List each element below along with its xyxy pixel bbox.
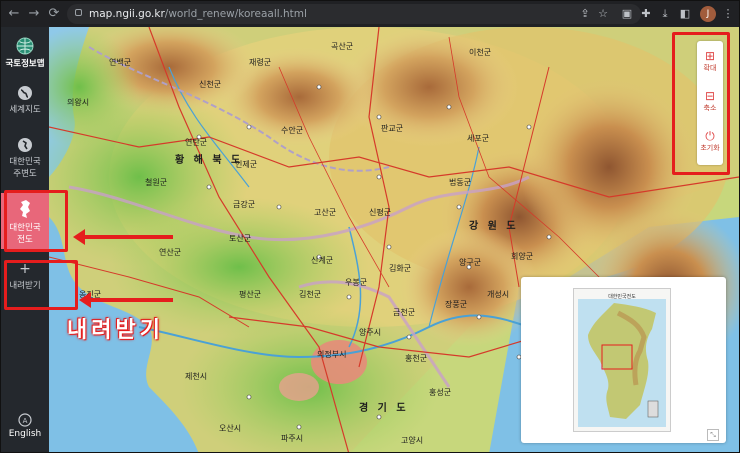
- place-label: 오산시: [219, 424, 242, 433]
- sidebar-item-label: 대한민국 주변도: [9, 157, 41, 179]
- place-label: 회양군: [511, 252, 534, 261]
- minimap-korea-shape: [578, 299, 666, 427]
- download-toolbar-icon[interactable]: ⤓: [657, 6, 673, 22]
- browser-toolbar: ← → ⟳ map.ngii.go.kr/world_renew/koreaal…: [1, 1, 739, 27]
- place-label: 법동군: [449, 178, 472, 187]
- place-label: 수안군: [281, 126, 304, 135]
- extensions-icon[interactable]: ✚: [638, 6, 654, 22]
- profile-avatar[interactable]: J: [700, 6, 716, 22]
- region-label-hwanghae-north: 황 해 북 도: [175, 155, 244, 166]
- reload-icon[interactable]: ⟳: [45, 5, 63, 23]
- place-label: 토산군: [229, 234, 252, 243]
- download-callout: 내려받기: [67, 318, 164, 343]
- place-label: 고산군: [314, 208, 337, 217]
- arrow-to-download: [79, 292, 173, 308]
- sidepanel-icon[interactable]: ◧: [677, 6, 693, 22]
- sidebar-item-ngii-map[interactable]: 국토정보맵: [1, 37, 49, 79]
- place-label: 신평군: [369, 208, 392, 217]
- globe-icon: [16, 37, 34, 55]
- region-label-gyeonggi: 경 기 도: [359, 403, 409, 414]
- highlight-download: [4, 260, 78, 310]
- forward-icon[interactable]: →: [25, 5, 43, 23]
- sidebar-item-label: English: [8, 429, 42, 439]
- place-label: 재령군: [249, 58, 272, 67]
- place-label: 양주시: [359, 328, 382, 337]
- place-label: 연탄군: [185, 138, 208, 147]
- region-label-gangwon: 강 원 도: [469, 221, 519, 232]
- minimap-sheet: 대한민국전도: [573, 288, 671, 432]
- place-label: 홍성군: [429, 388, 452, 397]
- place-label: 의정부시: [317, 350, 347, 359]
- place-label: 양구군: [459, 258, 482, 267]
- language-icon: A: [18, 413, 32, 427]
- place-label: 의왕시: [67, 98, 90, 107]
- place-label: 이천군: [469, 48, 492, 57]
- place-label: 김화군: [389, 264, 412, 273]
- highlight-korea-map: [4, 190, 68, 252]
- url-host: map.ngii.go.kr: [89, 8, 165, 20]
- place-label: 판교군: [381, 124, 404, 133]
- place-label: 홍천군: [405, 354, 428, 363]
- menu-icon[interactable]: ⋮: [720, 6, 736, 22]
- place-label: 인제군: [235, 160, 258, 169]
- world-icon: [18, 86, 32, 100]
- bookmark-star-icon[interactable]: ☆: [595, 6, 611, 22]
- place-label: 신계군: [311, 256, 334, 265]
- place-label: 우봉군: [345, 278, 368, 287]
- sidebar-item-english[interactable]: A English: [1, 413, 49, 449]
- sidebar-item-world-map[interactable]: 세계지도: [1, 85, 49, 127]
- back-icon[interactable]: ←: [5, 5, 23, 23]
- translate-icon[interactable]: ▣: [619, 6, 635, 22]
- place-label: 파주시: [281, 434, 304, 443]
- lock-icon: [75, 9, 82, 16]
- place-label: 연백군: [109, 58, 132, 67]
- place-label: 평산군: [239, 290, 262, 299]
- place-label: 장풍군: [445, 300, 468, 309]
- place-label: 금천군: [393, 308, 416, 317]
- place-label: 금강군: [233, 200, 256, 209]
- place-label: 곡산군: [331, 42, 354, 51]
- highlight-zoom-panel: [672, 32, 730, 175]
- arrow-to-korea-map: [73, 229, 173, 245]
- sidebar-item-label: 세계지도: [9, 105, 41, 115]
- screenshot-frame: ← → ⟳ map.ngii.go.kr/world_renew/koreaal…: [0, 0, 740, 453]
- sidebar-item-korea-surroundings[interactable]: 대한민국 주변도: [1, 137, 49, 187]
- sidebar-item-label: 국토정보맵: [5, 59, 45, 69]
- share-icon[interactable]: ⇪: [577, 6, 593, 22]
- place-label: 철원군: [145, 178, 168, 187]
- place-label: 고양시: [401, 436, 424, 445]
- place-label: 제천시: [185, 372, 208, 381]
- svg-text:A: A: [23, 417, 28, 425]
- region-icon: [18, 138, 32, 152]
- place-label: 김천군: [299, 290, 322, 299]
- place-label: 세포군: [467, 134, 490, 143]
- expand-icon[interactable]: ⤡: [707, 429, 719, 441]
- address-bar[interactable]: map.ngii.go.kr/world_renew/koreaall.html: [67, 4, 641, 24]
- place-label: 개성시: [487, 290, 510, 299]
- url-path: /world_renew/koreaall.html: [164, 8, 307, 20]
- place-label: 연산군: [159, 248, 182, 257]
- overview-minimap[interactable]: 대한민국전도 ⤡: [521, 277, 726, 443]
- place-label: 신천군: [199, 80, 222, 89]
